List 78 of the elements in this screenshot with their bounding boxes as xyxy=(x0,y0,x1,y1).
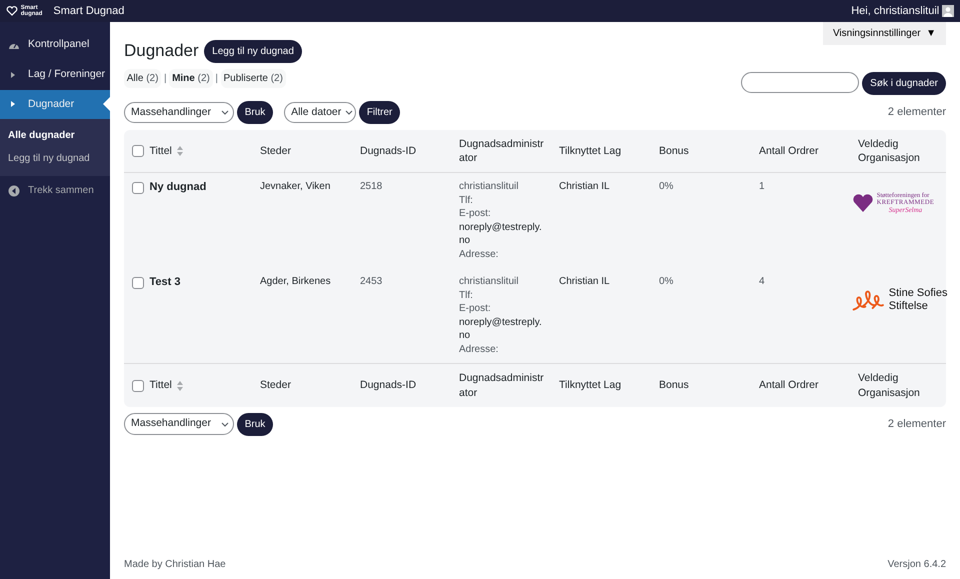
greeting[interactable]: Hei, christianslituil xyxy=(851,2,940,20)
table-cell: Christian IL xyxy=(559,276,610,288)
table-cell: 1 xyxy=(759,181,765,192)
column-header[interactable]: Tittel xyxy=(150,144,172,158)
footer-text: Made by Christian Hae xyxy=(124,558,226,572)
table-cell: Christian IL xyxy=(559,181,610,192)
column-header[interactable]: Tittel xyxy=(150,378,172,393)
site-name[interactable]: Smart Dugnad xyxy=(53,2,124,20)
column-header: Bonus xyxy=(659,144,690,158)
search-field[interactable] xyxy=(741,72,860,93)
checkbox[interactable] xyxy=(132,276,144,289)
chevron-icon xyxy=(345,110,354,115)
organization-logo: Stine Sofies Stiftelse xyxy=(852,287,946,313)
table-cell-text: noreply@testreply.no xyxy=(459,316,543,343)
table-cell-text: E-post: xyxy=(459,207,492,221)
table-cell: 0% xyxy=(659,181,674,192)
avatar-icon[interactable] xyxy=(942,5,954,17)
column-header: Steder xyxy=(260,144,292,158)
column-header: Antall Ordrer xyxy=(759,144,820,158)
table-cell-text: Adresse: xyxy=(459,248,500,262)
column-header: Dugnadsadministrator xyxy=(459,371,545,400)
dropdown[interactable]: Massehandlinger xyxy=(124,102,234,124)
filter-button[interactable]: Filtrer xyxy=(358,101,400,124)
column-header: Dugnads-ID xyxy=(360,144,418,158)
column-header: Tilknyttet Lag xyxy=(559,378,622,393)
menu-item[interactable]: Lag / Foreninger xyxy=(0,60,110,90)
dropdown[interactable]: Alle datoer xyxy=(284,102,356,124)
filter-link[interactable]: Alle (2) xyxy=(124,69,162,88)
column-header: Bonus xyxy=(659,378,690,393)
chevron-icon xyxy=(220,110,229,115)
search-button[interactable]: Søk i dugnader xyxy=(862,72,946,95)
page-title: Dugnader xyxy=(124,41,199,62)
table-cell-text: christianslituil xyxy=(459,180,520,194)
screen-options-button[interactable]: Visningsinnstillinger ▼ xyxy=(822,22,946,45)
column-header: Steder xyxy=(260,378,292,393)
column-header: Veldedig Organisasjon xyxy=(858,371,921,400)
table-cell-text: christianslituil xyxy=(459,275,520,289)
table-cell-text: Tlf: xyxy=(459,288,474,302)
column-header: Tilknyttet Lag xyxy=(559,144,622,158)
column-header: Veldedig Organisasjon xyxy=(858,137,921,166)
column-header: Antall Ordrer xyxy=(759,378,820,393)
table-cell-text: Tlf: xyxy=(459,194,474,208)
checkbox[interactable] xyxy=(132,182,144,194)
separator: | xyxy=(164,72,167,86)
table-cell-text: E-post: xyxy=(459,302,492,316)
item-count: 2 elementer xyxy=(888,416,946,432)
column-header: Dugnadsadministrator xyxy=(459,137,545,166)
table-cell: Jevnaker, Viken xyxy=(260,181,330,192)
column-header: Dugnads-ID xyxy=(360,378,418,393)
checkbox[interactable] xyxy=(132,145,144,158)
filter-link[interactable]: Mine (2) xyxy=(169,69,213,88)
menu-item[interactable]: Kontrollpanel xyxy=(0,30,110,60)
filter-link[interactable]: Publiserte (2) xyxy=(220,69,286,88)
submenu-item[interactable]: Legg til ny dugnad xyxy=(0,147,110,170)
checkbox[interactable] xyxy=(132,380,144,392)
table-cell: Agder, Birkenes xyxy=(260,276,331,288)
separator: | xyxy=(215,72,218,86)
table-cell-text: noreply@testreply.no xyxy=(459,220,543,248)
apply-button[interactable]: Bruk xyxy=(236,101,274,124)
menu-item[interactable]: Dugnader xyxy=(0,90,110,120)
table-cell: 2518 xyxy=(360,181,382,192)
item-count: 2 elementer xyxy=(888,105,946,120)
row-title[interactable]: Ny dugnad xyxy=(150,180,206,196)
row-title[interactable]: Test 3 xyxy=(150,275,180,290)
submenu-item[interactable]: Alle dugnader xyxy=(0,124,110,148)
table-cell: 2453 xyxy=(360,276,382,288)
table-cell: 0% xyxy=(659,276,674,288)
add-button[interactable]: Legg til ny dugnad xyxy=(204,40,302,63)
sort-icon[interactable] xyxy=(177,146,184,156)
table-cell-text: Adresse: xyxy=(459,342,500,356)
collapse-icon xyxy=(8,184,20,197)
version-text: Versjon 6.4.2 xyxy=(888,558,946,572)
apply-button[interactable]: Bruk xyxy=(236,412,274,436)
sort-icon[interactable] xyxy=(177,380,184,390)
table-cell: 4 xyxy=(759,276,765,288)
chevron-icon xyxy=(220,422,229,427)
dropdown[interactable]: Massehandlinger xyxy=(124,413,234,436)
collapse-button[interactable]: Trekk sammen xyxy=(0,176,110,206)
